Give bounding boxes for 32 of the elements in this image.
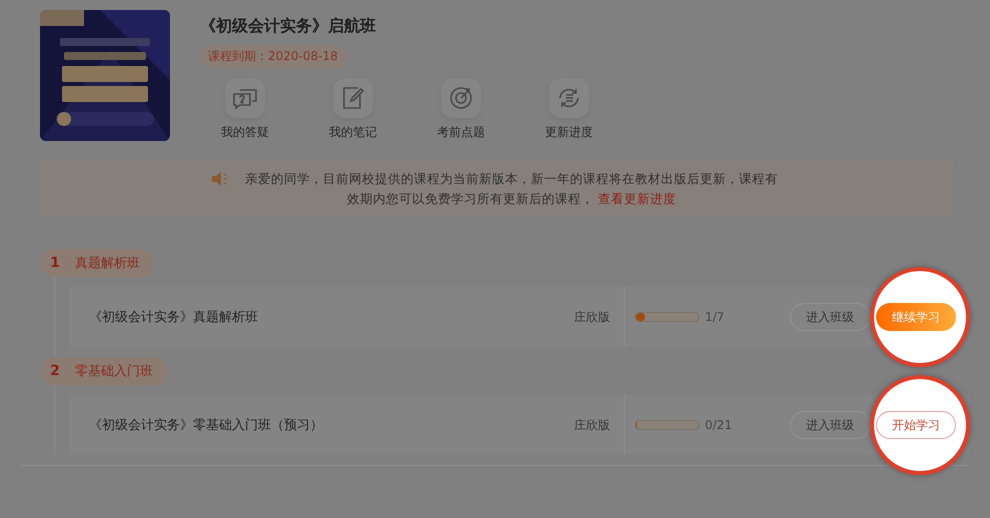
enter-class-button[interactable]: 进入班级 [790,303,870,331]
tool-button[interactable] [441,78,481,118]
class-title: 《初级会计实务》真题解析班 [89,309,259,326]
expiry-badge: 课程到期：2020-08-18 [200,45,346,68]
teacher-label: 庄欣版 [574,395,625,455]
progress-bar [635,420,699,430]
section-number: 1 [41,249,69,277]
tool-label: 更新进度 [545,124,593,141]
teacher-label: 庄欣版 [574,287,625,347]
tool-label: 我的笔记 [329,124,377,141]
tool-button[interactable] [549,78,589,118]
note-edit-icon [341,86,365,110]
section-name: 真题解析班 [75,255,140,272]
section-number: 2 [41,357,69,385]
class-title: 《初级会计实务》零基础入门班（预习） [89,417,324,434]
tool-label: 考前点题 [437,124,485,141]
section-name: 零基础入门班 [75,363,153,380]
continue-button[interactable]: 继续学习 [876,303,956,331]
tool-label: 我的答疑 [221,124,269,141]
target-icon [449,86,473,110]
progress-bar [635,312,699,322]
enter-class-button[interactable]: 进入班级 [790,411,870,439]
progress-count: 1/7 [705,310,724,324]
start-button[interactable]: 开始学习 [876,411,956,439]
update-progress-link[interactable]: 查看更新进度 [598,191,676,206]
tool-button[interactable] [333,78,373,118]
refresh-list-icon [556,86,582,110]
notice-text: 亲爱的同学，目前网校提供的课程为当前新版本，新一年的课程将在教材出版后更新，课程有效期内您可以免费学习所有更新后的课程， 查看更新进度 [244,170,779,208]
chat-question-icon [232,86,258,110]
progress-count: 0/21 [705,418,732,432]
course-title: 《初级会计实务》启航班 [200,16,377,37]
tool-button[interactable] [225,78,265,118]
